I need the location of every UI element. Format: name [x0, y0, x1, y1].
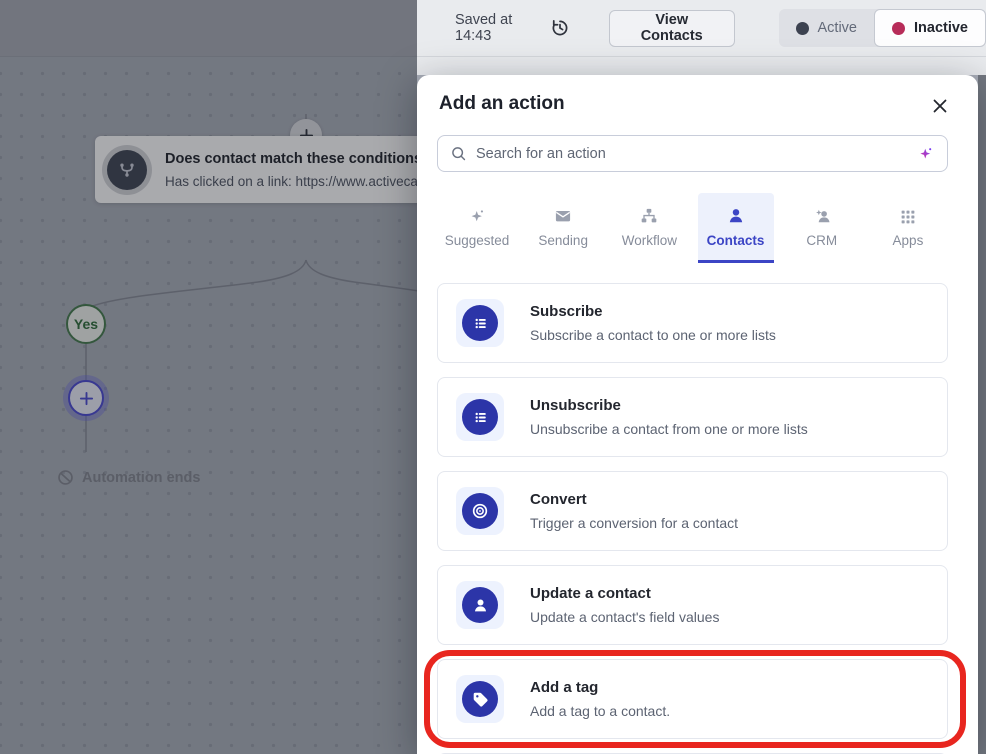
modal-backdrop [978, 75, 986, 754]
action-category-tabs: Suggested Sending Workflow Contacts [439, 193, 946, 260]
grid-icon [899, 206, 917, 226]
tab-sending[interactable]: Sending [525, 193, 601, 260]
action-item-convert[interactable]: Convert Trigger a conversion for a conta… [437, 471, 948, 551]
person-icon [726, 206, 746, 226]
inactive-label: Inactive [914, 20, 968, 36]
status-toggle-inactive[interactable]: Inactive [874, 9, 986, 47]
tab-suggested[interactable]: Suggested [439, 193, 515, 260]
action-title: Subscribe [530, 303, 776, 320]
tab-label: Suggested [445, 233, 510, 248]
action-text: Add a tag Add a tag to a contact. [530, 679, 670, 719]
action-text: Unsubscribe Unsubscribe a contact from o… [530, 397, 808, 437]
action-text: Update a contact Update a contact's fiel… [530, 585, 719, 625]
subscribe-list-icon [456, 299, 504, 347]
people-star-icon [812, 206, 832, 226]
convert-target-icon [456, 487, 504, 535]
action-title: Update a contact [530, 585, 719, 602]
close-icon [932, 98, 948, 114]
automation-builder-screen: Does contact match these conditions? Has… [0, 0, 986, 754]
search-input[interactable] [476, 146, 908, 162]
action-description: Trigger a conversion for a contact [530, 515, 738, 531]
search-icon [450, 145, 467, 162]
status-toggle-active[interactable]: Active [779, 9, 875, 47]
add-action-modal: Add an action Suggested [417, 75, 978, 754]
action-description: Update a contact's field values [530, 609, 719, 625]
action-title: Unsubscribe [530, 397, 808, 414]
saved-status: Saved at 14:43 [455, 12, 539, 44]
action-description: Add a tag to a contact. [530, 703, 670, 719]
ai-sparkle-icon[interactable] [917, 145, 935, 163]
action-item-unsubscribe[interactable]: Unsubscribe Unsubscribe a contact from o… [437, 377, 948, 457]
action-title: Add a tag [530, 679, 670, 696]
status-toggle: Active Inactive [779, 9, 986, 47]
revision-history-button[interactable] [548, 15, 571, 41]
tab-label: Apps [893, 233, 924, 248]
history-clock-icon [549, 17, 571, 39]
top-toolbar: Saved at 14:43 View Contacts Active Inac… [417, 0, 986, 75]
tab-contacts[interactable]: Contacts [698, 193, 774, 260]
tab-label: Workflow [622, 233, 677, 248]
action-description: Subscribe a contact to one or more lists [530, 327, 776, 343]
inactive-status-dot [892, 22, 905, 35]
unsubscribe-list-icon [456, 393, 504, 441]
action-title: Convert [530, 491, 738, 508]
action-item-add-a-tag[interactable]: Add a tag Add a tag to a contact. [437, 659, 948, 739]
view-contacts-button[interactable]: View Contacts [609, 10, 735, 47]
tab-label: Sending [538, 233, 588, 248]
tab-apps[interactable]: Apps [870, 193, 946, 260]
tab-label: Contacts [707, 233, 765, 248]
sparkle-icon [468, 206, 487, 226]
action-text: Subscribe Subscribe a contact to one or … [530, 303, 776, 343]
tab-crm[interactable]: CRM [784, 193, 860, 260]
action-search [437, 135, 948, 172]
action-item-subscribe[interactable]: Subscribe Subscribe a contact to one or … [437, 283, 948, 363]
update-contact-person-icon [456, 581, 504, 629]
close-button[interactable] [930, 96, 950, 116]
active-label: Active [818, 20, 858, 36]
action-list: Subscribe Subscribe a contact to one or … [437, 283, 948, 754]
action-text: Convert Trigger a conversion for a conta… [530, 491, 738, 531]
sitemap-icon [639, 206, 659, 226]
tab-workflow[interactable]: Workflow [611, 193, 687, 260]
active-status-dot [796, 22, 809, 35]
action-item-update-a-contact[interactable]: Update a contact Update a contact's fiel… [437, 565, 948, 645]
envelope-icon [553, 206, 573, 226]
tab-label: CRM [806, 233, 837, 248]
action-description: Unsubscribe a contact from one or more l… [530, 421, 808, 437]
modal-title: Add an action [439, 93, 565, 115]
tag-icon [456, 675, 504, 723]
toolbar-row: Saved at 14:43 View Contacts Active Inac… [417, 0, 986, 57]
modal-backdrop [0, 0, 417, 754]
